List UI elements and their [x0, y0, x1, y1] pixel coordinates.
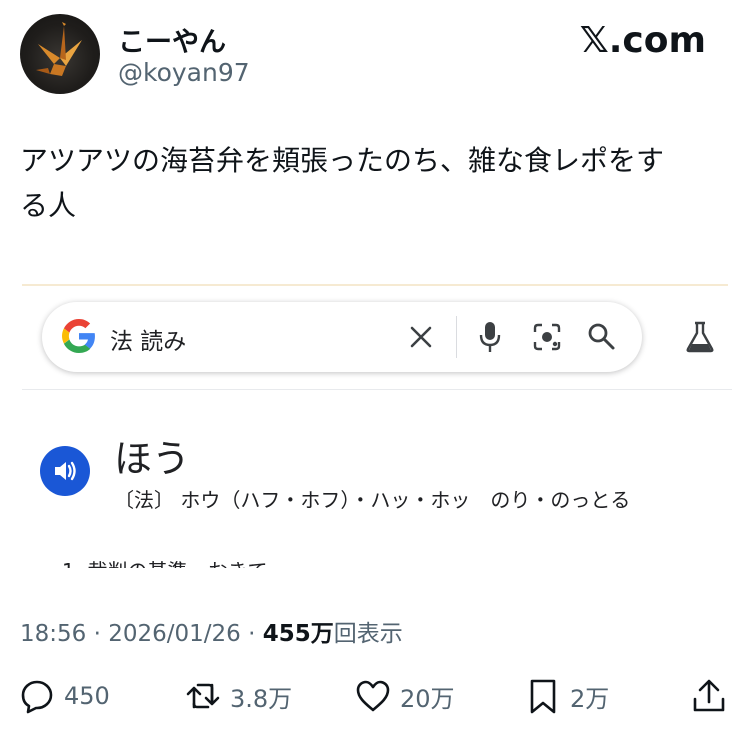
like-count: 20万 — [400, 684, 455, 713]
dictionary-reading: 〔法〕 ホウ（ハフ・ホフ）・ハッ・ホッ のり・のっとる — [114, 488, 631, 512]
avatar[interactable] — [20, 14, 100, 94]
google-search-bar[interactable]: 法 読み — [42, 302, 642, 372]
origami-crane-image — [36, 22, 82, 76]
reply-count: 450 — [64, 682, 110, 710]
heart-icon — [356, 680, 390, 712]
google-g-icon — [62, 319, 95, 353]
pronunciation-button[interactable] — [40, 446, 90, 496]
definition-line: 1. 裁判の基準 おきて — [62, 555, 462, 568]
tweet-text-line: アツアツの海苔弁を頬張ったのち、雑な食レポをす — [20, 144, 665, 177]
views-count: 455万 — [262, 621, 334, 647]
like-button[interactable]: 20万 — [354, 676, 455, 716]
tweet-date[interactable]: 2026/01/26 — [108, 621, 241, 647]
author-handle[interactable]: @koyan97 — [118, 58, 250, 87]
reply-icon — [21, 680, 53, 714]
meta-separator: · — [86, 621, 109, 647]
bookmark-button[interactable]: 2万 — [524, 676, 609, 716]
search-icon[interactable] — [586, 321, 616, 351]
share-button[interactable] — [690, 676, 728, 716]
repost-count: 3.8万 — [230, 684, 293, 713]
embed-divider — [22, 389, 732, 390]
x-com-logo: 𝕏.com — [579, 20, 706, 61]
meta-separator: · — [240, 621, 263, 647]
labs-flask-icon[interactable] — [684, 320, 716, 354]
clear-icon[interactable] — [406, 322, 436, 352]
dictionary-definition-cut: 1. 裁判の基準 おきて — [62, 554, 462, 568]
author-display-name[interactable]: こーやん — [118, 20, 226, 59]
search-bar-divider — [456, 316, 457, 358]
search-query-text[interactable]: 法 読み — [110, 322, 186, 356]
tweet-meta: 18:56 · 2026/01/26 · 455万回表示 — [20, 614, 403, 648]
views-label: 回表示 — [333, 621, 403, 647]
bookmark-count: 2万 — [570, 684, 610, 713]
speaker-icon — [55, 461, 76, 481]
dictionary-headword: ほう — [114, 437, 191, 481]
tweet-text-line: る人 — [20, 189, 77, 222]
repost-icon — [186, 683, 220, 709]
reply-button[interactable]: 450 — [18, 676, 110, 716]
embed-top-border — [22, 284, 728, 286]
share-icon — [693, 679, 725, 712]
repost-button[interactable]: 3.8万 — [184, 676, 292, 716]
bookmark-icon — [530, 679, 556, 714]
camera-lens-icon[interactable] — [532, 322, 562, 352]
tweet-time[interactable]: 18:56 — [20, 621, 86, 647]
tweet-text: アツアツの海苔弁を頬張ったのち、雑な食レポをす る人 — [20, 138, 720, 228]
microphone-icon[interactable] — [478, 320, 502, 354]
